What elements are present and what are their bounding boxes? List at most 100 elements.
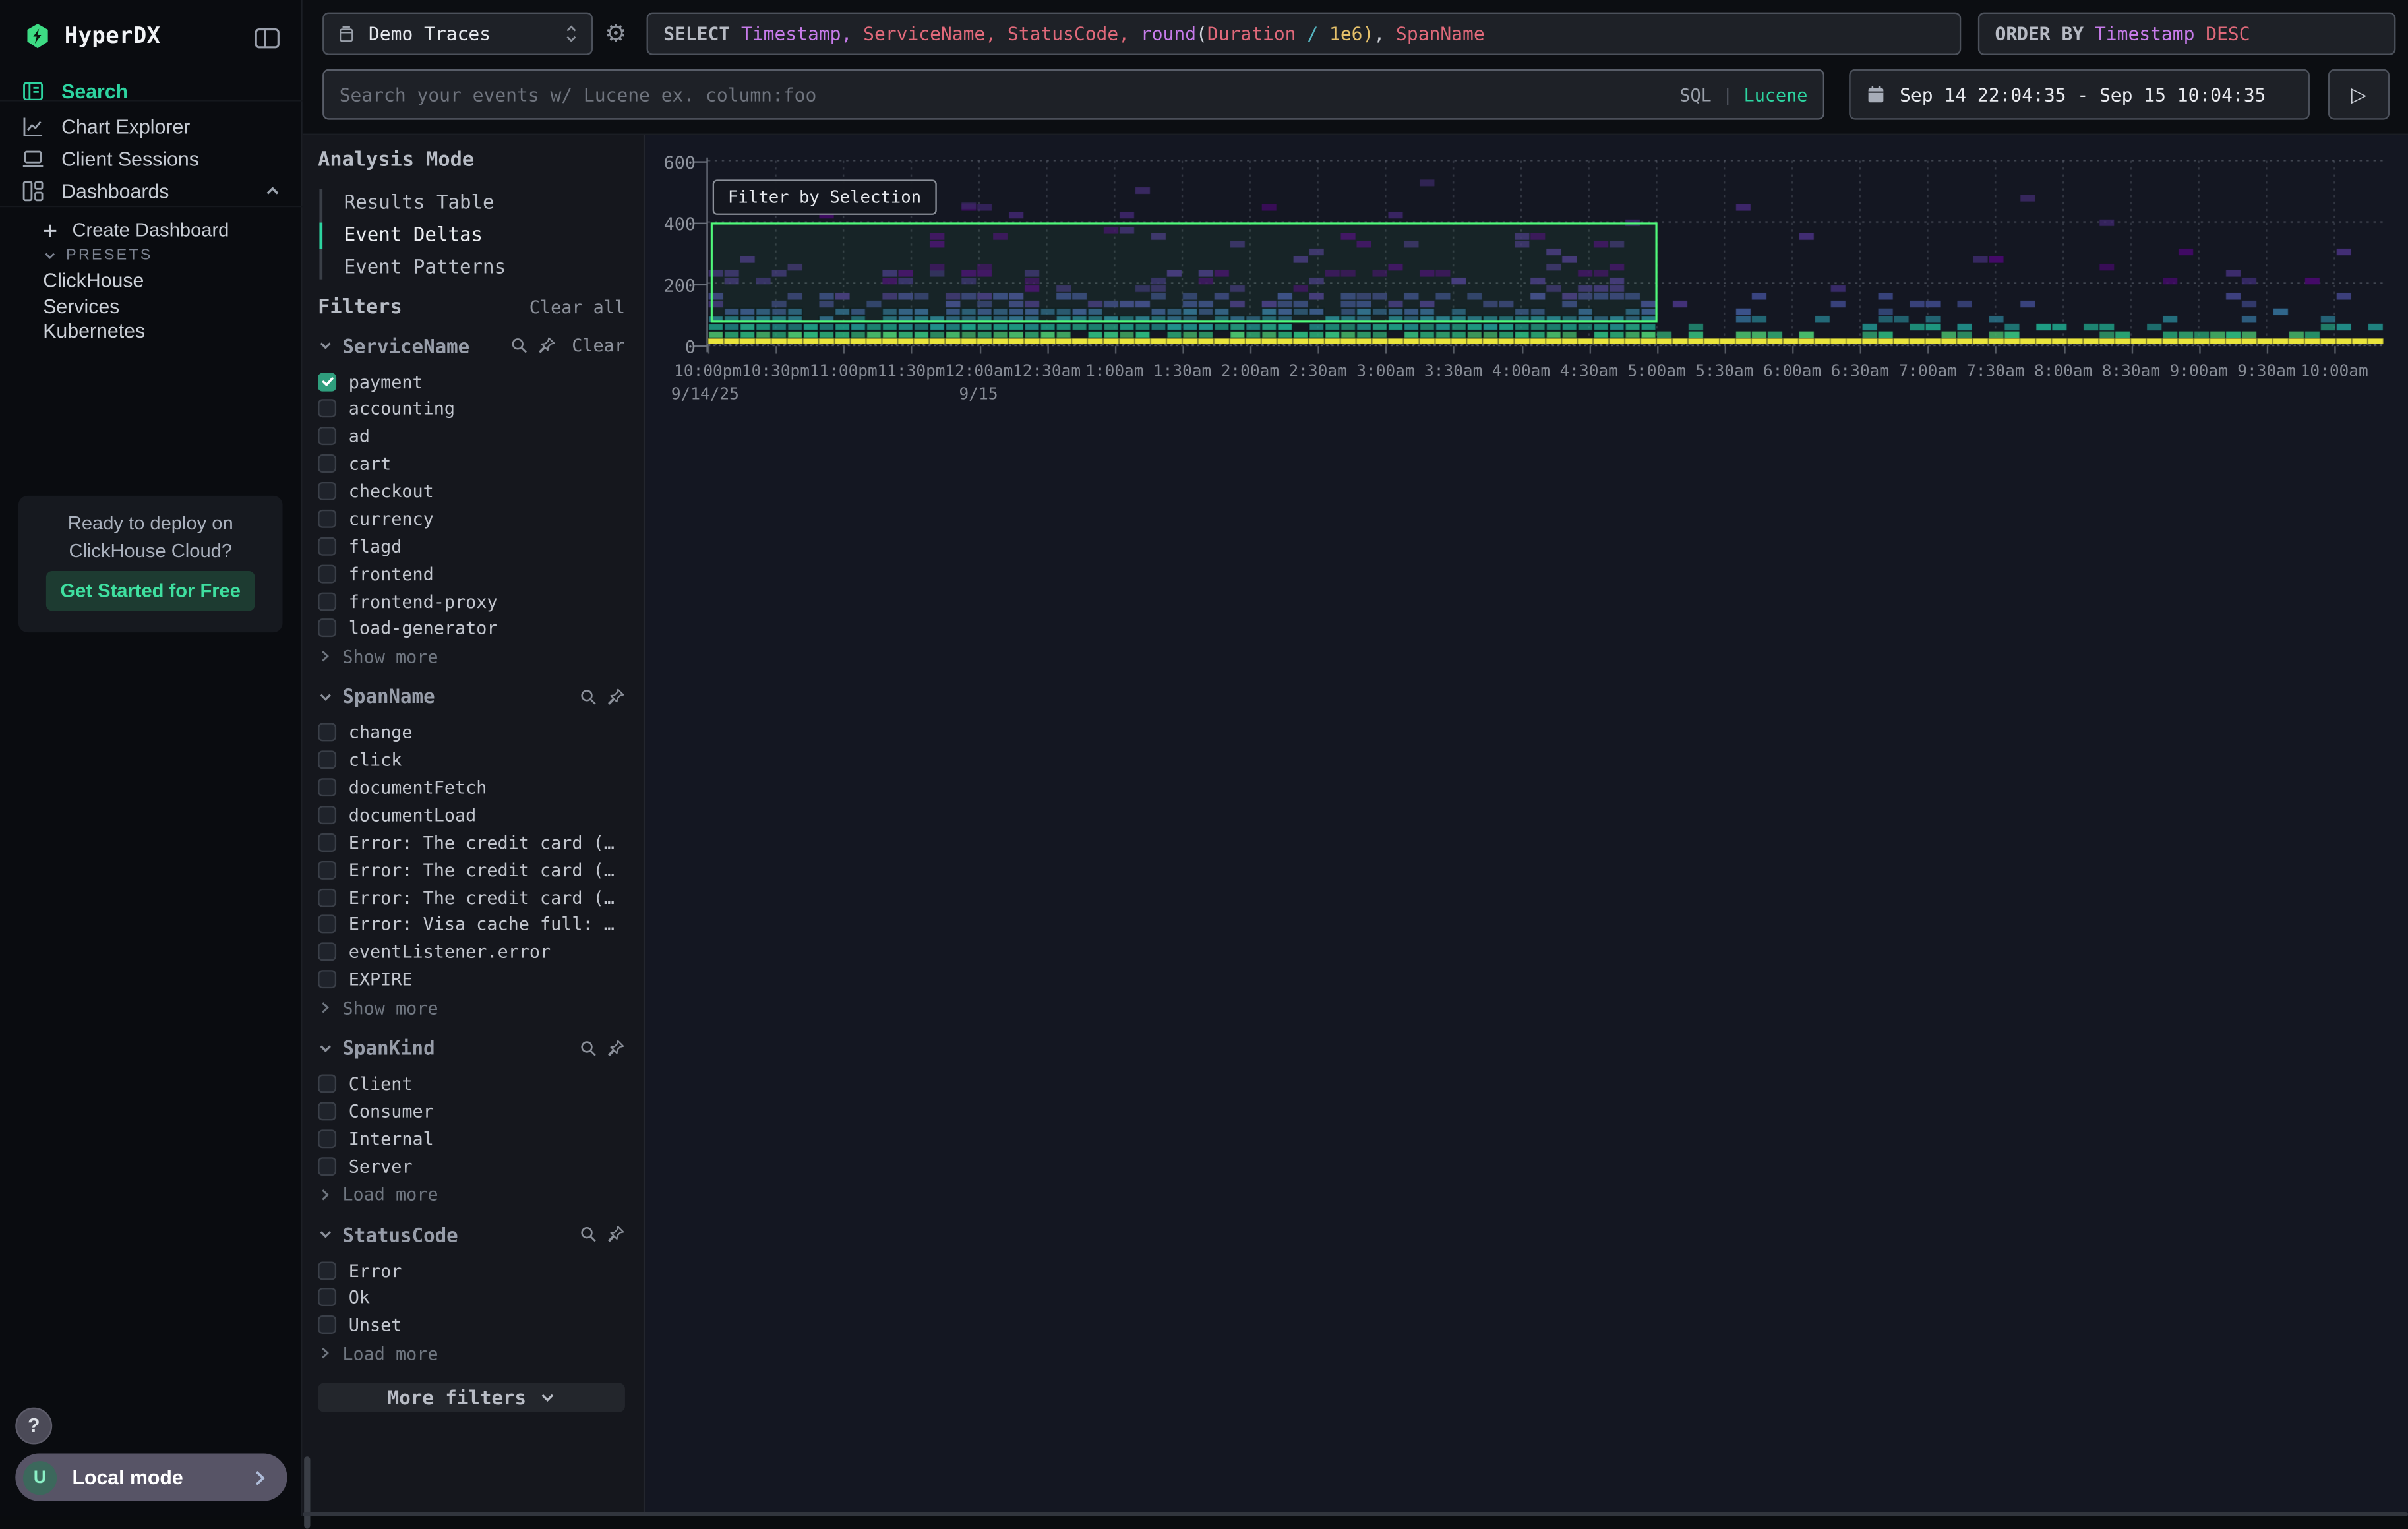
presets-toggle[interactable]: PRESETS xyxy=(43,247,152,264)
analysis-mode-option-results-table[interactable]: Results Table xyxy=(319,186,626,218)
checkbox[interactable] xyxy=(318,971,336,989)
sidebar-item-preset-clickhouse[interactable]: ClickHouse xyxy=(43,268,144,291)
load-more-button-statuscode[interactable]: Load more xyxy=(318,1342,625,1364)
checkbox[interactable] xyxy=(318,860,336,879)
analysis-mode-option-event-deltas[interactable]: Event Deltas xyxy=(319,218,626,251)
checkbox[interactable] xyxy=(318,806,336,824)
checkbox[interactable] xyxy=(318,619,336,638)
filter-option-error-the-credit-card[interactable]: Error: The credit card (… xyxy=(318,887,625,908)
filter-option-frontend-proxy[interactable]: frontend-proxy xyxy=(318,591,625,611)
chevron-up-icon[interactable] xyxy=(264,182,282,199)
show-more-button-spanname[interactable]: Show more xyxy=(318,997,625,1019)
search-icon[interactable] xyxy=(579,1038,597,1057)
more-filters-button[interactable]: More filters xyxy=(318,1383,625,1412)
filter-group-header-statuscode[interactable]: StatusCode xyxy=(318,1223,625,1245)
checkbox[interactable] xyxy=(318,778,336,796)
local-mode-menu[interactable]: U Local mode xyxy=(15,1454,287,1501)
search-input[interactable]: Search your events w/ Lucene ex. column:… xyxy=(322,69,1824,120)
checkbox[interactable] xyxy=(318,1129,336,1148)
clear-all-filters-button[interactable]: Clear all xyxy=(529,296,625,318)
sidebar-item-client-sessions[interactable]: Client Sessions xyxy=(0,141,303,175)
checkbox[interactable] xyxy=(318,833,336,852)
get-started-button[interactable]: Get Started for Free xyxy=(46,571,255,611)
checkbox[interactable] xyxy=(318,537,336,555)
filter-option-load-generator[interactable]: load-generator xyxy=(318,618,625,639)
pin-icon[interactable] xyxy=(607,1225,625,1244)
search-icon[interactable] xyxy=(579,1225,597,1244)
filter-group-header-servicename[interactable]: ServiceNameClear xyxy=(318,334,625,356)
checkbox[interactable] xyxy=(318,1102,336,1120)
sidebar-item-dashboards[interactable]: Dashboards xyxy=(0,173,303,207)
panel-scrollbar-thumb[interactable] xyxy=(304,1456,310,1528)
run-query-button[interactable]: ▷ xyxy=(2328,69,2390,120)
source-select[interactable]: Demo Traces xyxy=(322,13,593,55)
help-button[interactable]: ? xyxy=(15,1408,52,1445)
checkbox[interactable] xyxy=(318,1288,336,1307)
analysis-mode-option-event-patterns[interactable]: Event Patterns xyxy=(319,250,626,282)
filter-option-payment[interactable]: payment xyxy=(318,371,625,392)
checkbox[interactable] xyxy=(318,1316,336,1334)
language-mode-sql[interactable]: SQL xyxy=(1679,84,1711,105)
checkbox[interactable] xyxy=(318,1157,336,1176)
filter-option-click[interactable]: click xyxy=(318,750,625,770)
load-more-button-spankind[interactable]: Load more xyxy=(318,1184,625,1205)
filter-group-header-spanname[interactable]: SpanName xyxy=(318,686,625,707)
order-by-input[interactable]: ORDER BY Timestamp DESC xyxy=(1978,13,2396,55)
horizontal-scrollbar[interactable] xyxy=(303,1512,2408,1516)
checkbox[interactable] xyxy=(318,1261,336,1280)
sidebar-item-chart-explorer[interactable]: Chart Explorer xyxy=(0,109,303,142)
filter-option-currency[interactable]: currency xyxy=(318,508,625,529)
filter-group-header-spankind[interactable]: SpanKind xyxy=(318,1036,625,1058)
filter-option-unset[interactable]: Unset xyxy=(318,1315,625,1335)
filter-option-accounting[interactable]: accounting xyxy=(318,399,625,419)
clear-filter-button[interactable]: Clear xyxy=(572,334,625,356)
filter-option-ad[interactable]: ad xyxy=(318,427,625,447)
filter-option-expire[interactable]: EXPIRE xyxy=(318,969,625,990)
filter-option-internal[interactable]: Internal xyxy=(318,1129,625,1149)
filter-option-error-visa-cache-full[interactable]: Error: Visa cache full: … xyxy=(318,914,625,935)
checkbox[interactable] xyxy=(318,888,336,907)
checkbox[interactable] xyxy=(318,1075,336,1093)
filter-option-checkout[interactable]: checkout xyxy=(318,481,625,502)
filter-option-ok[interactable]: Ok xyxy=(318,1288,625,1308)
sidebar-item-preset-kubernetes[interactable]: Kubernetes xyxy=(43,319,145,342)
filter-option-documentfetch[interactable]: documentFetch xyxy=(318,777,625,798)
pin-icon[interactable] xyxy=(538,336,557,355)
filter-option-consumer[interactable]: Consumer xyxy=(318,1101,625,1122)
gear-icon[interactable]: ⚙ xyxy=(601,20,632,51)
checkbox[interactable] xyxy=(318,916,336,934)
filter-option-flagd[interactable]: flagd xyxy=(318,536,625,556)
filter-option-client[interactable]: Client xyxy=(318,1073,625,1094)
collapse-sidebar-icon[interactable] xyxy=(253,24,281,52)
language-mode-lucene[interactable]: Lucene xyxy=(1744,84,1808,105)
checkbox[interactable] xyxy=(318,400,336,418)
filter-option-documentload[interactable]: documentLoad xyxy=(318,805,625,825)
pin-icon[interactable] xyxy=(607,1038,625,1057)
checkbox[interactable] xyxy=(318,592,336,611)
checkbox-checked[interactable] xyxy=(318,373,336,391)
filter-option-eventlistener-error[interactable]: eventListener.error xyxy=(318,942,625,963)
filter-option-change[interactable]: change xyxy=(318,723,625,743)
filter-option-error-the-credit-card[interactable]: Error: The credit card (… xyxy=(318,832,625,853)
checkbox[interactable] xyxy=(318,427,336,446)
checkbox[interactable] xyxy=(318,482,336,500)
filter-option-error-the-credit-card[interactable]: Error: The credit card (… xyxy=(318,860,625,880)
time-range-picker[interactable]: Sep 14 22:04:35 - Sep 15 10:04:35 xyxy=(1849,69,2310,120)
filter-option-frontend[interactable]: frontend xyxy=(318,564,625,584)
checkbox[interactable] xyxy=(318,564,336,583)
pin-icon[interactable] xyxy=(607,687,625,705)
filter-option-cart[interactable]: cart xyxy=(318,454,625,474)
sidebar-item-search[interactable]: Search xyxy=(0,74,303,107)
search-icon[interactable] xyxy=(579,687,597,705)
search-icon[interactable] xyxy=(510,336,529,355)
show-more-button-servicename[interactable]: Show more xyxy=(318,645,625,667)
filter-option-error[interactable]: Error xyxy=(318,1260,625,1280)
checkbox[interactable] xyxy=(318,455,336,473)
filter-option-server[interactable]: Server xyxy=(318,1156,625,1176)
checkbox[interactable] xyxy=(318,723,336,742)
checkbox[interactable] xyxy=(318,751,336,769)
sidebar-item-preset-services[interactable]: Services xyxy=(43,294,119,317)
checkbox[interactable] xyxy=(318,510,336,528)
filter-by-selection-button[interactable]: Filter by Selection xyxy=(713,179,937,215)
create-dashboard-button[interactable]: Create Dashboard xyxy=(42,220,229,241)
